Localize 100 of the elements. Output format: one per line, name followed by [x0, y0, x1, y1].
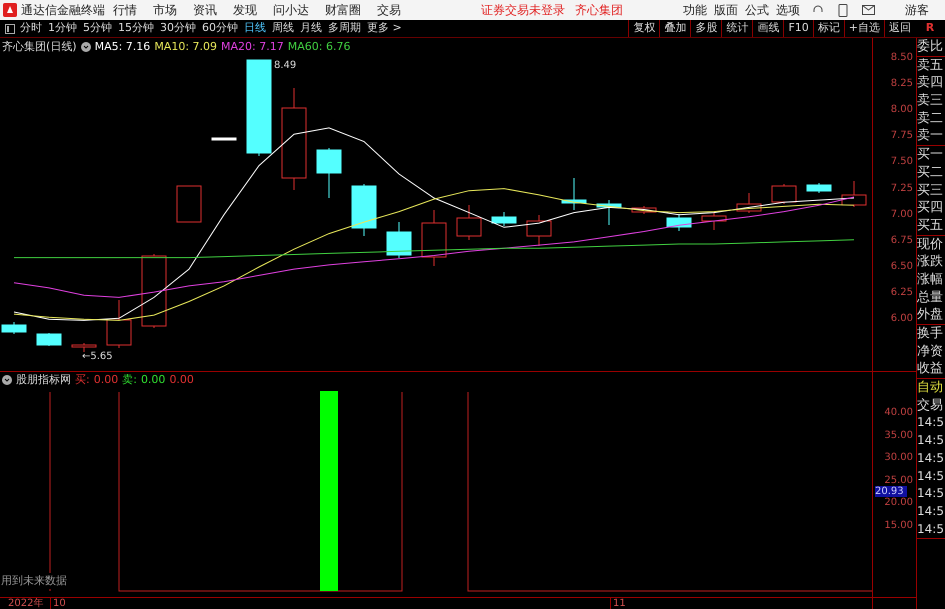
toolbar-button[interactable]: F10	[783, 20, 813, 37]
menu-item[interactable]: 公式	[745, 1, 769, 19]
toolbar-button[interactable]: 标记	[812, 20, 844, 37]
quote-label: 买二	[917, 164, 944, 182]
menu-item[interactable]: 发现	[233, 1, 257, 19]
candlestick	[806, 182, 832, 194]
candlestick	[456, 204, 482, 240]
candlestick	[352, 184, 376, 236]
trade-time: 14:5	[917, 450, 945, 467]
period-tab[interactable]: 5分钟	[83, 20, 112, 37]
menu-item[interactable]: 资讯	[193, 1, 217, 19]
price-axis-label: 8.00	[890, 105, 913, 116]
axis-label: 2022年	[8, 598, 44, 609]
value-axis-label: 25.00	[884, 476, 913, 486]
candlestick	[736, 192, 762, 214]
collapse-icon[interactable]	[80, 42, 91, 52]
toolbar-button[interactable]: 叠加	[659, 20, 690, 37]
indicator-value: 买:	[75, 372, 90, 388]
phone-icon[interactable]	[838, 4, 848, 16]
period-tab[interactable]: 分时	[20, 20, 42, 37]
period-tab[interactable]: 多周期	[328, 20, 361, 37]
current-value-label: 20.93	[875, 486, 907, 497]
quote-label: 涨幅	[917, 270, 944, 289]
axis-label: 10	[53, 598, 66, 609]
panel-toggle-icon[interactable]	[5, 24, 15, 34]
period-tab[interactable]: 周线	[272, 20, 294, 37]
candlestick	[72, 342, 96, 352]
status-notice: 齐心集团	[575, 2, 623, 19]
trade-time: 14:5	[917, 502, 945, 520]
indicator-value: MA10: 7.09	[154, 38, 218, 55]
price-axis-label: 8.50	[890, 52, 913, 63]
trade-time: 14:5	[917, 485, 945, 502]
value-axis-label: 15.00	[884, 520, 913, 530]
app-logo-icon	[3, 3, 17, 17]
candlestick	[316, 148, 342, 198]
indicator-value: MA5: 7.16	[94, 38, 150, 55]
quote-label: 自动	[917, 379, 944, 397]
period-tab[interactable]: 更多 >	[367, 20, 402, 37]
menu-item[interactable]: 财富圈	[325, 1, 361, 19]
candlestick	[702, 212, 726, 230]
quote-label: 卖三	[917, 92, 944, 110]
user-label[interactable]: 游客	[905, 1, 929, 19]
candlestick	[36, 332, 62, 346]
toolbar-button[interactable]: 画线	[752, 20, 784, 37]
menu-item[interactable]: 市场	[153, 1, 177, 19]
price-axis-label: 7.50	[890, 157, 913, 168]
quote-label: 卖二	[917, 110, 944, 128]
value-axis-label: 40.00	[884, 408, 913, 418]
indicator-value: 0.00	[94, 372, 118, 388]
period-tab[interactable]: 日线	[244, 20, 266, 37]
toolbar-button[interactable]: 复权	[628, 20, 660, 37]
low-price-label: ←5.65	[82, 350, 113, 364]
quote-label: 买三	[917, 182, 944, 200]
quote-label: 委比	[917, 38, 944, 56]
quote-label: 买四	[917, 199, 944, 217]
mail-icon[interactable]	[862, 5, 875, 15]
candlestick	[596, 200, 622, 226]
indicator-title: 股朋指标网	[16, 372, 71, 388]
period-tab[interactable]: 1分钟	[48, 20, 77, 37]
collapse-icon[interactable]	[2, 375, 12, 385]
candlestick	[526, 214, 552, 246]
quote-label: 卖一	[917, 127, 944, 146]
quote-label: 换手	[917, 325, 944, 343]
indicator-value: 0.00	[169, 372, 194, 388]
quote-label: 交易	[917, 396, 944, 414]
candlestick	[176, 186, 202, 222]
period-tab[interactable]: 60分钟	[202, 20, 238, 37]
price-axis-label: 6.00	[890, 314, 913, 324]
quote-label: 净资	[917, 342, 944, 360]
toolbar-button[interactable]: 返回	[884, 20, 915, 37]
menu-item[interactable]: 问小达	[273, 1, 309, 19]
candlestick	[386, 222, 412, 258]
value-axis-label: 35.00	[884, 430, 913, 440]
value-axis-label: 30.00	[884, 453, 913, 463]
quote-label: 现价	[917, 236, 944, 254]
candlestick	[422, 210, 446, 266]
period-tab[interactable]: 月线	[300, 20, 322, 37]
period-tab[interactable]: 15分钟	[118, 20, 154, 37]
menu-item[interactable]: 版面	[714, 1, 738, 19]
period-tab[interactable]: 30分钟	[160, 20, 196, 37]
indicator-value: 0.00	[140, 372, 166, 388]
toolbar-button[interactable]: +自选	[844, 20, 884, 37]
toolbar-button[interactable]: 多股	[690, 20, 722, 37]
candlestick	[212, 138, 236, 140]
menu-item[interactable]: 选项	[776, 1, 800, 19]
quote-label: 买五	[917, 216, 944, 235]
status-notice: 证券交易未登录	[481, 2, 565, 19]
price-axis-label: 7.00	[890, 210, 913, 220]
candlestick	[106, 300, 132, 348]
trade-time: 14:5	[917, 520, 945, 538]
toolbar-button[interactable]: 统计	[721, 20, 752, 37]
price-axis-label: 6.50	[890, 262, 913, 272]
price-axis-label: 8.25	[890, 79, 913, 89]
menu-item[interactable]: 行情	[113, 1, 137, 19]
indicator-value: MA20: 7.17	[221, 38, 284, 55]
candlestick	[842, 180, 866, 208]
price-axis-label: 7.25	[890, 184, 913, 194]
future-data-note: 用到未来数据	[1, 572, 67, 589]
menu-item[interactable]: 功能	[683, 1, 707, 19]
menu-item[interactable]: 交易	[377, 1, 401, 19]
